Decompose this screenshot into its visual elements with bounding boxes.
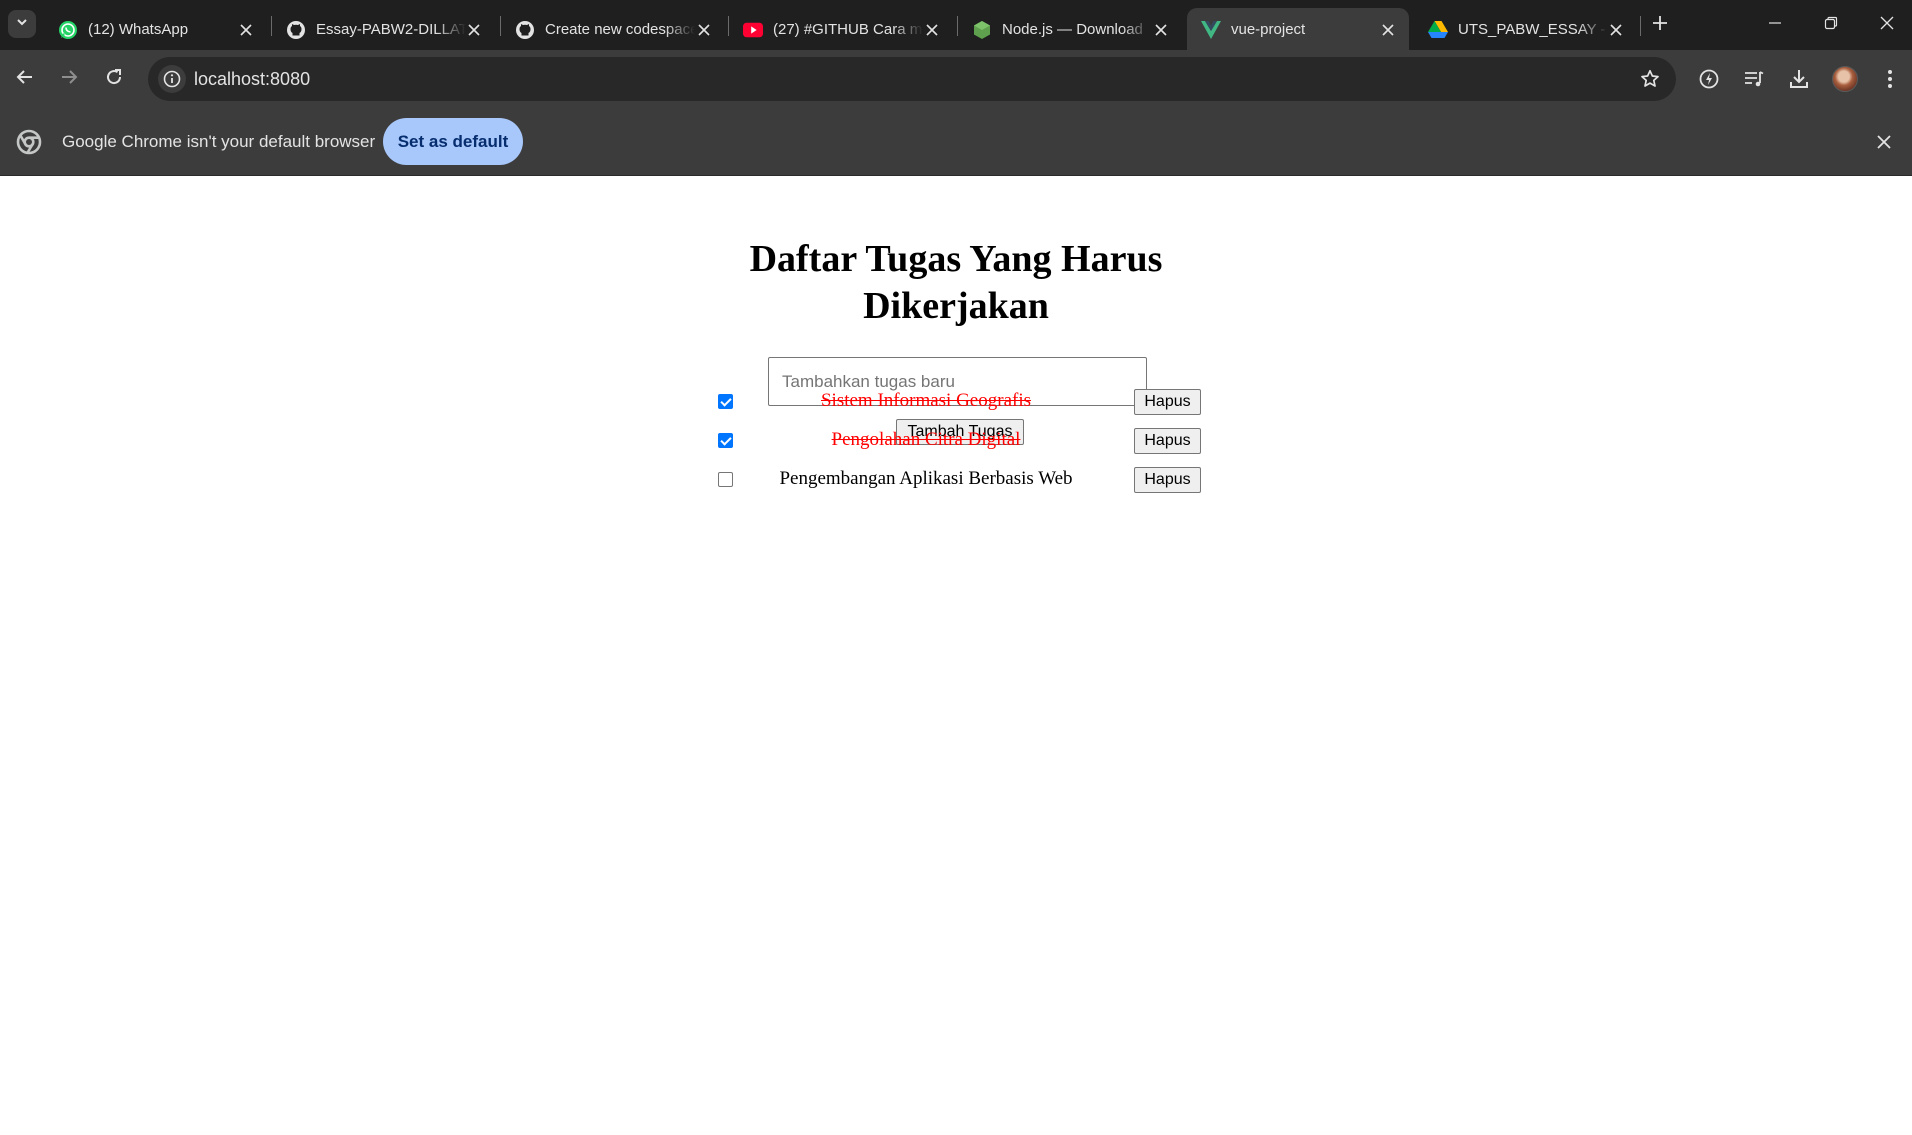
tab-title: vue-project xyxy=(1231,21,1306,38)
downloads-icon[interactable] xyxy=(1784,64,1814,94)
tab-whatsapp[interactable]: (12) WhatsApp xyxy=(44,8,266,50)
minimize-icon xyxy=(1768,16,1782,35)
tab-separator xyxy=(1640,16,1641,36)
close-icon[interactable] xyxy=(464,20,484,40)
plus-icon xyxy=(1652,15,1668,36)
set-as-default-button[interactable]: Set as default xyxy=(383,118,523,165)
tab-title: UTS_PABW_ESSAY - Google Drive xyxy=(1458,21,1608,38)
more-menu-icon[interactable] xyxy=(1875,64,1905,94)
nodejs-icon xyxy=(972,20,992,40)
task-checkbox[interactable] xyxy=(718,472,733,487)
site-info-icon[interactable] xyxy=(158,65,186,93)
reload-button[interactable] xyxy=(99,64,129,94)
media-controls-icon[interactable] xyxy=(1739,64,1769,94)
google-drive-icon xyxy=(1428,20,1448,40)
close-icon xyxy=(1880,16,1894,35)
restore-icon xyxy=(1824,16,1838,35)
whatsapp-icon xyxy=(58,20,78,40)
github-icon xyxy=(515,20,535,40)
delete-task-button[interactable]: Hapus xyxy=(1134,467,1201,493)
tab-codespace[interactable]: Create new codespace xyxy=(501,8,723,50)
vue-icon xyxy=(1201,20,1221,40)
minimize-button[interactable] xyxy=(1752,8,1798,42)
tab-vue-project[interactable]: vue-project xyxy=(1187,8,1409,50)
close-icon[interactable] xyxy=(694,20,714,40)
performance-icon[interactable] xyxy=(1694,64,1724,94)
task-label: Pengolahan Citra Digital xyxy=(831,429,1021,450)
task-row: Pengembangan Aplikasi Berbasis Web Hapus xyxy=(710,465,1206,493)
tab-google-drive[interactable]: UTS_PABW_ESSAY - Google Drive xyxy=(1414,8,1636,50)
tab-essay-repo[interactable]: Essay-PABW2-DILLATUL xyxy=(272,8,494,50)
tab-youtube[interactable]: (27) #GITHUB Cara mudah xyxy=(729,8,951,50)
tab-title: Essay-PABW2-DILLATUL xyxy=(316,21,466,38)
close-window-button[interactable] xyxy=(1864,8,1910,42)
task-checkbox[interactable] xyxy=(718,394,733,409)
youtube-icon xyxy=(743,20,763,40)
close-icon[interactable] xyxy=(1606,20,1626,40)
task-row: Sistem Informasi Geografis Hapus xyxy=(710,387,1206,415)
infobar-message: Google Chrome isn't your default browser xyxy=(62,132,376,151)
tab-search-button[interactable] xyxy=(8,10,36,38)
task-checkbox[interactable] xyxy=(718,433,733,448)
chevron-down-icon xyxy=(15,15,29,34)
browser-toolbar: localhost:8080 xyxy=(0,50,1912,108)
arrow-right-icon xyxy=(60,68,78,91)
tab-title: (12) WhatsApp xyxy=(88,21,189,38)
close-icon[interactable] xyxy=(922,20,942,40)
page-title: Daftar Tugas Yang Harus Dikerjakan xyxy=(749,238,1163,327)
delete-task-button[interactable]: Hapus xyxy=(1134,428,1201,454)
back-button[interactable] xyxy=(10,64,40,94)
arrow-left-icon xyxy=(16,68,34,91)
restore-button[interactable] xyxy=(1808,8,1854,42)
task-row: Pengolahan Citra Digital Hapus xyxy=(710,426,1206,454)
tab-title: (27) #GITHUB Cara mudah xyxy=(773,21,923,38)
chrome-icon xyxy=(16,129,42,155)
profile-avatar[interactable] xyxy=(1832,66,1858,92)
tab-strip: (12) WhatsApp Essay-PABW2-DILLATUL Creat… xyxy=(0,0,1912,50)
reload-icon xyxy=(105,68,123,91)
close-icon[interactable] xyxy=(236,20,256,40)
close-icon[interactable] xyxy=(1151,20,1171,40)
address-bar[interactable]: localhost:8080 xyxy=(148,57,1676,101)
tab-title: Node.js — Download xyxy=(1002,21,1143,38)
default-browser-infobar: Google Chrome isn't your default browser… xyxy=(0,108,1912,176)
delete-task-button[interactable]: Hapus xyxy=(1134,389,1201,415)
close-icon[interactable] xyxy=(1872,130,1896,154)
close-icon[interactable] xyxy=(1378,20,1398,40)
page-viewport: Daftar Tugas Yang Harus Dikerjakan Tamba… xyxy=(0,176,1912,1135)
task-label: Sistem Informasi Geografis xyxy=(820,390,1031,411)
forward-button[interactable] xyxy=(54,64,84,94)
new-tab-button[interactable] xyxy=(1647,12,1673,38)
task-label: Pengembangan Aplikasi Berbasis Web xyxy=(779,468,1073,489)
tab-nodejs[interactable]: Node.js — Download xyxy=(958,8,1180,50)
bookmark-star-icon[interactable] xyxy=(1638,67,1662,91)
url-text[interactable]: localhost:8080 xyxy=(194,68,310,90)
tab-title: Create new codespace xyxy=(545,21,695,38)
github-icon xyxy=(286,20,306,40)
